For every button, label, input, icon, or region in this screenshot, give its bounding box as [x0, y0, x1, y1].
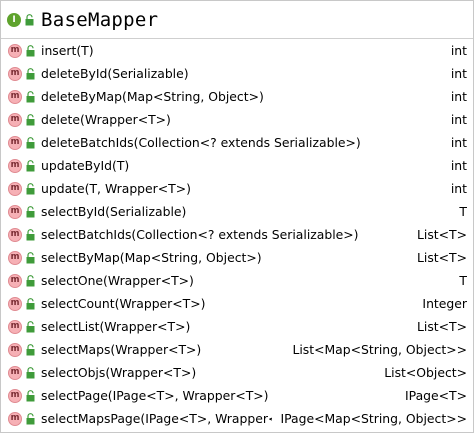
method-row[interactable]: m deleteBatchIds(Collection<? extends Ser…	[1, 131, 473, 154]
method-row[interactable]: m delete(Wrapper<T>) int	[1, 108, 473, 131]
method-icon: m	[8, 296, 22, 311]
method-icon: m	[8, 181, 22, 196]
public-lock-icon	[26, 343, 35, 355]
method-return-type: List<Map<String, Object>>	[292, 342, 467, 357]
method-icon: m	[8, 411, 22, 426]
method-signature: update(T, Wrapper<T>)	[41, 181, 191, 196]
method-signature: selectMapsPage(IPage<T>, Wrapper<T>)	[41, 411, 272, 426]
method-signature: selectCount(Wrapper<T>)	[41, 296, 206, 311]
method-row[interactable]: m selectCount(Wrapper<T>) Integer	[1, 292, 473, 315]
method-return-type: IPage<Map<String, Object>>	[280, 411, 467, 426]
method-signature: delete(Wrapper<T>)	[41, 112, 171, 127]
public-lock-icon	[26, 182, 35, 194]
method-return-type: T	[459, 204, 467, 219]
method-row[interactable]: m selectMaps(Wrapper<T>) List<Map<String, …	[1, 338, 473, 361]
method-icon: m	[8, 319, 22, 334]
method-row[interactable]: m selectObjs(Wrapper<T>) List<Object>	[1, 361, 473, 384]
method-return-type: List<T>	[417, 319, 467, 334]
public-lock-icon	[26, 159, 35, 171]
structure-panel: I BaseMapper m insert(T) int m deleteById(Se…	[0, 0, 474, 433]
method-return-type: List<Object>	[384, 365, 467, 380]
method-row[interactable]: m selectById(Serializable) T	[1, 200, 473, 223]
interface-icon: I	[7, 12, 21, 27]
method-signature: selectMaps(Wrapper<T>)	[41, 342, 202, 357]
method-icon: m	[8, 388, 22, 403]
method-signature: deleteById(Serializable)	[41, 66, 189, 81]
public-lock-icon	[26, 44, 35, 56]
method-icon: m	[8, 112, 22, 127]
method-signature: deleteBatchIds(Collection<? extends Seri…	[41, 135, 361, 150]
method-row[interactable]: m deleteByMap(Map<String, Object>) int	[1, 85, 473, 108]
method-icon: m	[8, 204, 22, 219]
method-icon: m	[8, 365, 22, 380]
public-lock-icon	[26, 67, 35, 79]
method-return-type: int	[450, 66, 467, 81]
method-return-type: int	[450, 158, 467, 173]
class-title: BaseMapper	[41, 8, 159, 31]
public-lock-icon	[26, 136, 35, 148]
public-lock-icon	[26, 412, 35, 424]
method-signature: selectById(Serializable)	[41, 204, 187, 219]
method-icon: m	[8, 273, 22, 288]
method-row[interactable]: m selectOne(Wrapper<T>) T	[1, 269, 473, 292]
method-return-type: Integer	[422, 296, 467, 311]
method-row[interactable]: m selectMapsPage(IPage<T>, Wrapper<T>) IPa…	[1, 407, 473, 430]
method-row[interactable]: m selectList(Wrapper<T>) List<T>	[1, 315, 473, 338]
method-signature: selectOne(Wrapper<T>)	[41, 273, 194, 288]
public-lock-icon	[26, 389, 35, 401]
method-signature: insert(T)	[41, 43, 94, 58]
method-row[interactable]: m insert(T) int	[1, 39, 473, 62]
method-row[interactable]: m selectBatchIds(Collection<? extends Ser…	[1, 223, 473, 246]
method-row[interactable]: m updateById(T) int	[1, 154, 473, 177]
method-signature: selectByMap(Map<String, Object>)	[41, 250, 262, 265]
method-signature: selectList(Wrapper<T>)	[41, 319, 191, 334]
method-return-type: T	[459, 273, 467, 288]
method-icon: m	[8, 342, 22, 357]
method-return-type: List<T>	[417, 227, 467, 242]
method-icon: m	[8, 66, 22, 81]
method-signature: selectBatchIds(Collection<? extends Seri…	[41, 227, 359, 242]
method-return-type: int	[450, 112, 467, 127]
public-lock-icon	[26, 366, 35, 378]
public-lock-icon	[26, 228, 35, 240]
method-icon: m	[8, 158, 22, 173]
method-signature: deleteByMap(Map<String, Object>)	[41, 89, 264, 104]
public-lock-icon	[26, 297, 35, 309]
method-return-type: IPage<T>	[405, 388, 467, 403]
method-return-type: int	[450, 181, 467, 196]
class-header: I BaseMapper	[1, 1, 473, 39]
method-row[interactable]: m update(T, Wrapper<T>) int	[1, 177, 473, 200]
method-signature: selectObjs(Wrapper<T>)	[41, 365, 197, 380]
method-icon: m	[8, 89, 22, 104]
method-row[interactable]: m selectByMap(Map<String, Object>) List<T>	[1, 246, 473, 269]
method-icon: m	[8, 250, 22, 265]
method-icon: m	[8, 43, 22, 58]
public-lock-icon	[26, 113, 35, 125]
method-return-type: List<T>	[417, 250, 467, 265]
method-signature: selectPage(IPage<T>, Wrapper<T>)	[41, 388, 269, 403]
method-return-type: int	[450, 135, 467, 150]
public-lock-icon	[26, 274, 35, 286]
method-row[interactable]: m selectPage(IPage<T>, Wrapper<T>) IPage<T…	[1, 384, 473, 407]
method-return-type: int	[450, 89, 467, 104]
public-lock-icon	[26, 320, 35, 332]
method-icon: m	[8, 135, 22, 150]
public-lock-icon	[25, 13, 34, 25]
public-lock-icon	[26, 205, 35, 217]
public-lock-icon	[26, 90, 35, 102]
public-lock-icon	[26, 251, 35, 263]
method-return-type: int	[450, 43, 467, 58]
method-list: m insert(T) int m deleteById(Serializable) in…	[1, 39, 473, 430]
method-icon: m	[8, 227, 22, 242]
method-signature: updateById(T)	[41, 158, 130, 173]
method-row[interactable]: m deleteById(Serializable) int	[1, 62, 473, 85]
